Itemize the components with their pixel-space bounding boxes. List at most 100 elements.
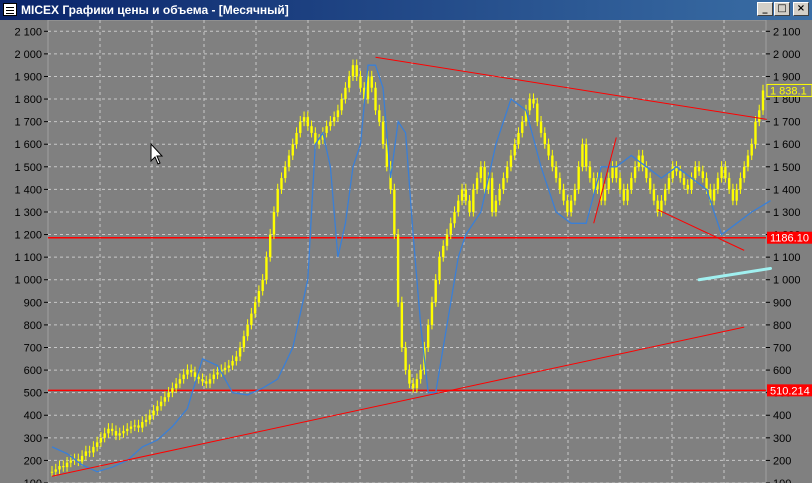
price-candle	[539, 121, 543, 133]
price-candle	[742, 166, 746, 179]
y-tick-label-right: 1 300	[773, 207, 801, 219]
price-candle	[581, 144, 584, 167]
price-candle	[543, 132, 547, 145]
price-candle	[513, 144, 516, 156]
y-tick-label-left: 2 000	[14, 49, 42, 61]
window-titlebar: MICEX Графики цены и объема - [Месячный]…	[0, 0, 812, 20]
price-candle	[626, 189, 629, 201]
price-candle	[645, 166, 648, 179]
price-candle	[603, 189, 607, 201]
price-candle	[137, 425, 140, 428]
price-candle	[558, 178, 562, 190]
price-candle	[588, 166, 592, 179]
y-tick-label-left: 800	[24, 320, 42, 332]
price-candle	[494, 200, 498, 212]
price-candle	[54, 469, 57, 472]
price-candle	[712, 189, 716, 201]
price-candle	[193, 372, 197, 377]
price-candle	[325, 126, 328, 133]
price-candle	[378, 110, 381, 122]
price-candle	[114, 431, 118, 436]
price-candle	[186, 370, 189, 375]
price-candle	[475, 178, 479, 190]
price-candle	[498, 189, 501, 201]
y-tick-label-left: 1 900	[14, 71, 42, 83]
price-candle	[302, 117, 306, 122]
price-candle	[50, 471, 54, 473]
price-candle	[716, 178, 720, 190]
y-tick-label-left: 200	[24, 455, 42, 467]
price-candle	[727, 178, 731, 190]
price-candle	[449, 223, 452, 235]
price-candle	[426, 324, 430, 348]
price-candle	[479, 166, 483, 179]
price-candle	[163, 397, 167, 402]
price-candle	[490, 178, 494, 212]
y-tick-label-right: 600	[773, 365, 791, 377]
y-tick-label-left: 1 200	[14, 230, 42, 242]
price-candle	[65, 462, 69, 468]
price-candle	[178, 379, 182, 384]
price-candle	[615, 166, 618, 179]
price-candle	[208, 379, 212, 384]
price-candle	[182, 374, 185, 380]
y-tick-label-right: 1 500	[773, 162, 801, 174]
price-candle	[502, 178, 505, 190]
close-button[interactable]: ×	[793, 2, 809, 16]
price-chart[interactable]: 1001002002003003004004005005006006007007…	[0, 20, 812, 483]
y-tick-label-left: 900	[24, 297, 42, 309]
price-candle	[690, 178, 693, 190]
y-tick-label-right: 1 600	[773, 139, 801, 151]
price-candle	[434, 279, 437, 303]
price-candle	[652, 189, 656, 201]
y-tick-label-right: 200	[773, 455, 791, 467]
price-candle	[592, 178, 595, 190]
y-tick-label-left: 1 600	[14, 139, 42, 151]
price-candle	[95, 442, 99, 447]
price-candle	[536, 103, 539, 122]
y-tick-label-left: 1 800	[14, 94, 42, 106]
price-candle	[374, 87, 377, 111]
price-candle	[216, 372, 219, 375]
price-candle	[287, 155, 291, 167]
price-candle	[618, 178, 622, 190]
price-candle	[528, 99, 531, 111]
price-candle	[758, 110, 761, 122]
price-candle	[92, 446, 95, 453]
price-candle	[396, 234, 400, 303]
price-candle	[152, 410, 155, 416]
price-candle	[355, 65, 358, 77]
y-tick-label-right: 100	[773, 478, 791, 483]
price-candle	[551, 155, 554, 167]
price-candle	[679, 171, 682, 179]
price-candle	[370, 76, 373, 88]
minimize-button[interactable]: _	[757, 2, 773, 16]
price-candle	[573, 189, 577, 201]
y-tick-label-right: 2 100	[773, 26, 801, 38]
y-tick-label-right: 1 900	[773, 71, 801, 83]
price-candle	[329, 121, 332, 127]
price-candle	[167, 392, 170, 398]
price-candle	[697, 166, 701, 172]
price-candle	[351, 65, 355, 77]
price-candle	[141, 422, 144, 428]
price-candle	[739, 178, 742, 190]
price-candle	[103, 433, 106, 438]
price-candle	[58, 466, 61, 470]
y-tick-label-left: 1 300	[14, 207, 42, 219]
price-candle	[197, 376, 200, 380]
maximize-button[interactable]: □	[774, 2, 790, 16]
y-tick-label-left: 1 400	[14, 184, 42, 196]
price-candle	[212, 374, 215, 380]
price-candle	[622, 189, 626, 201]
price-candle	[701, 171, 705, 179]
y-tick-label-left: 100	[24, 478, 42, 483]
price-candle	[562, 189, 565, 201]
y-tick-label-right: 900	[773, 297, 791, 309]
price-candle	[299, 121, 302, 133]
price-candle	[705, 178, 708, 190]
price-candle	[99, 437, 103, 443]
price-candle	[242, 336, 246, 348]
price-candle	[295, 132, 298, 145]
price-candle	[667, 178, 671, 190]
